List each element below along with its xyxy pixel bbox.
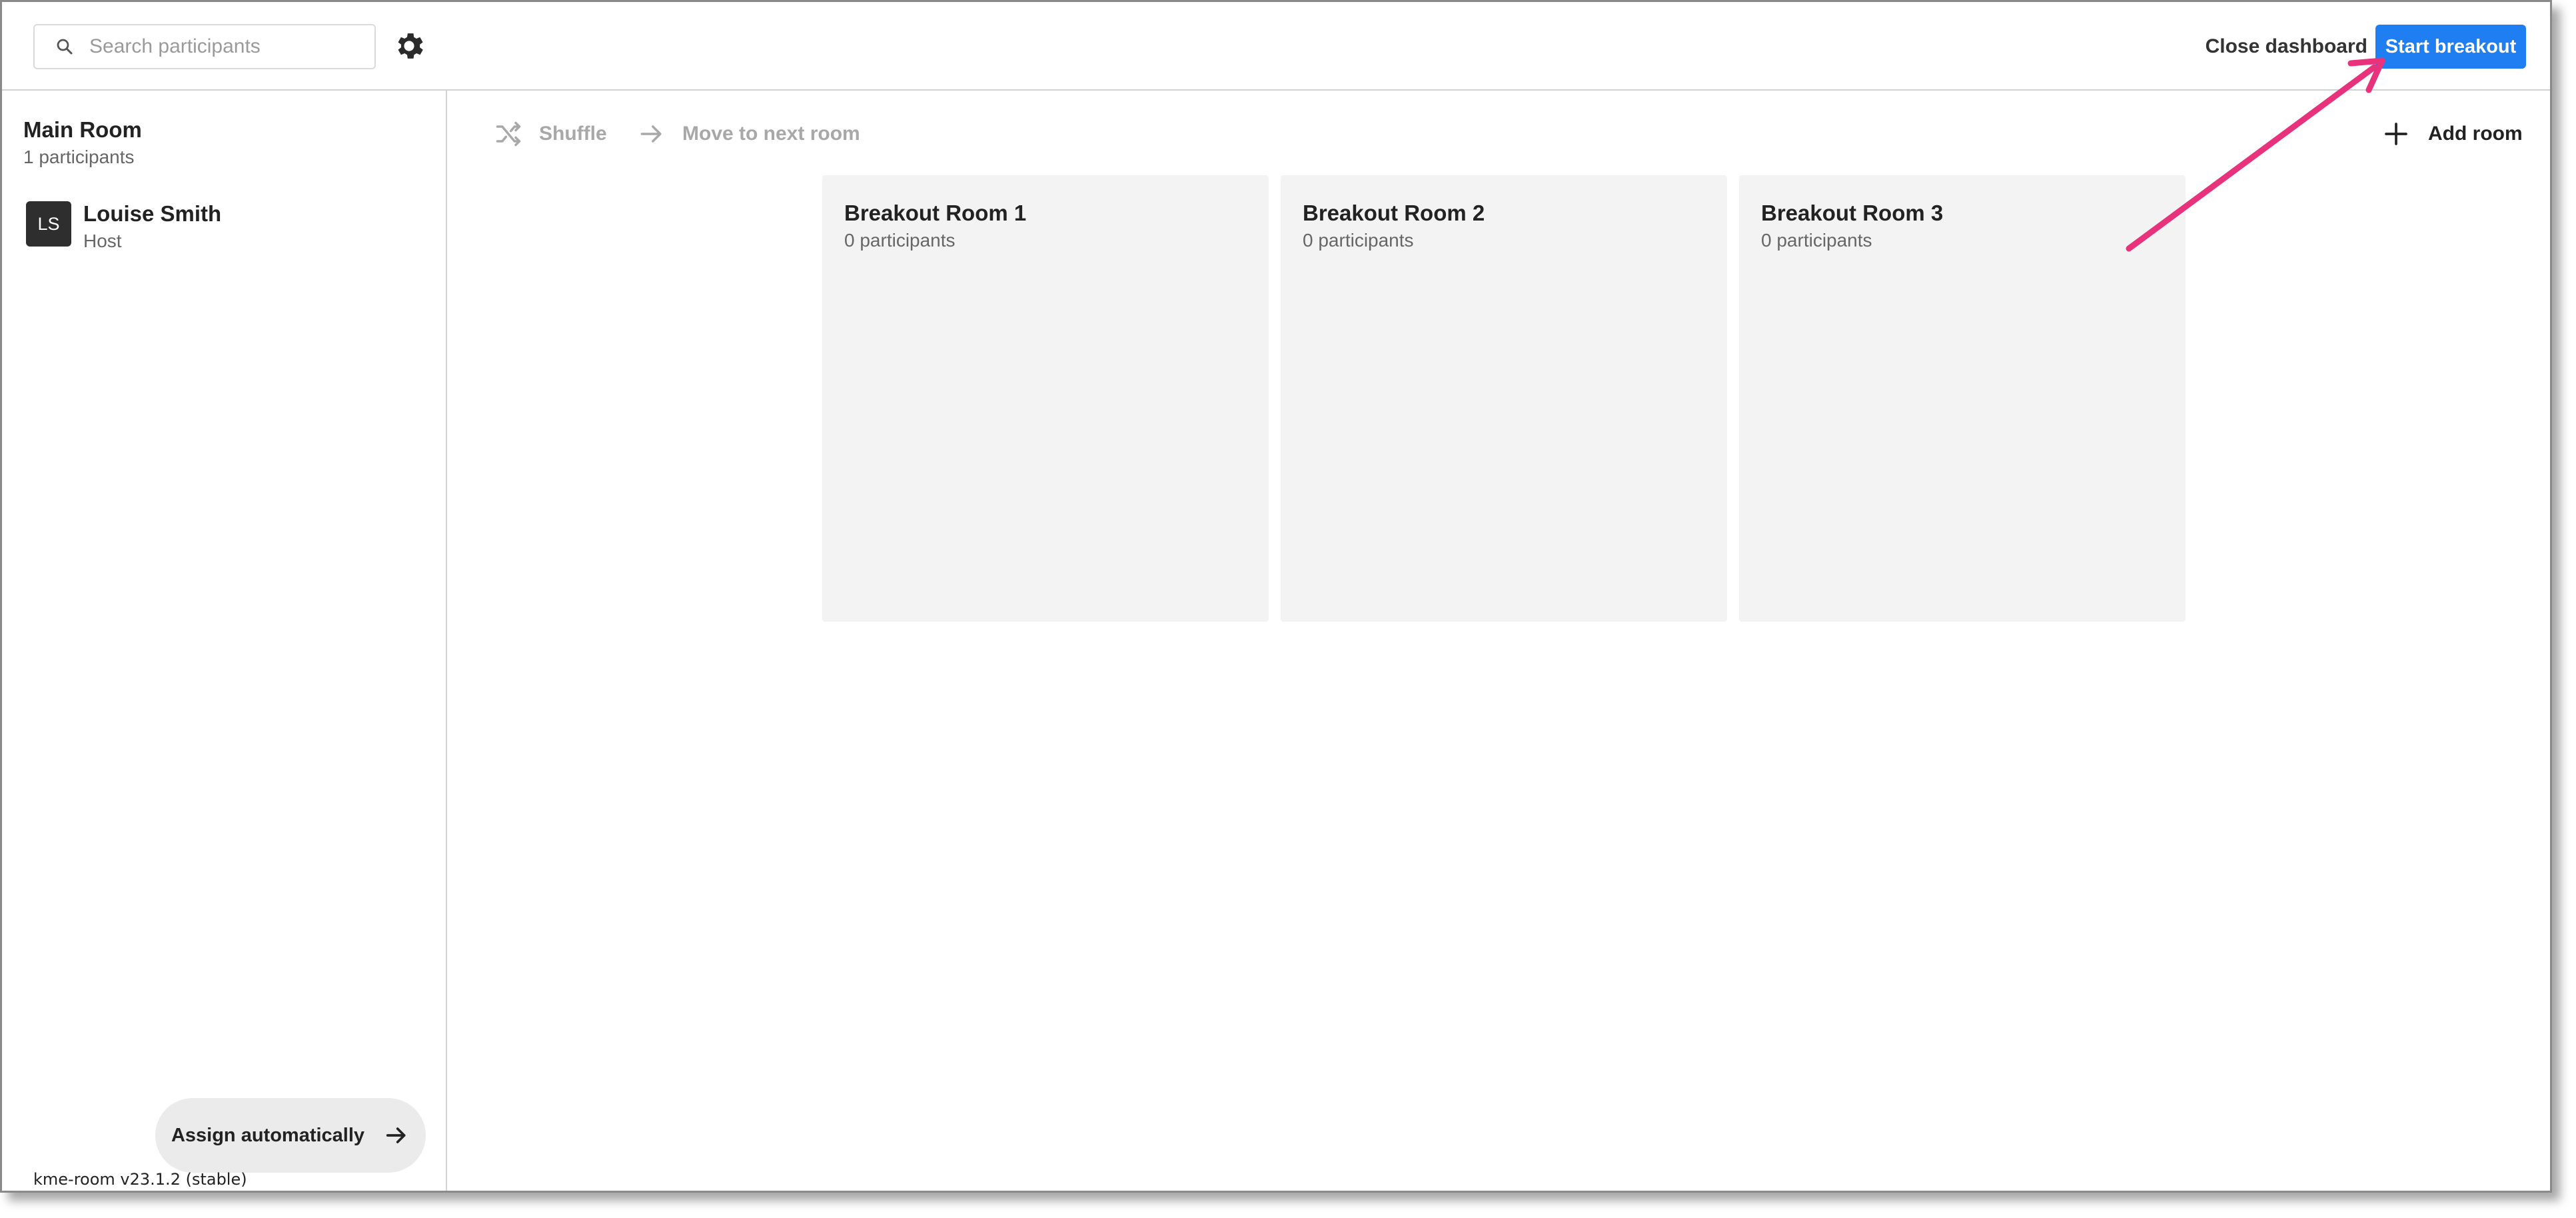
room-participant-count: 0 participants — [1761, 230, 1872, 251]
avatar: LS — [26, 201, 71, 247]
search-box[interactable] — [33, 24, 376, 69]
version-label: kme-room v23.1.2 (stable) — [33, 1170, 247, 1189]
start-breakout-button[interactable]: Start breakout — [2375, 25, 2526, 69]
search-icon — [57, 39, 73, 55]
main-room-count: 1 participants — [23, 147, 135, 167]
move-to-next-room-button[interactable]: Move to next room — [637, 117, 860, 151]
assign-automatically-label: Assign automatically — [171, 1124, 365, 1146]
room-title: Breakout Room 3 — [1761, 201, 1944, 225]
participant-name: Louise Smith — [83, 201, 222, 226]
top-bar: Close dashboard Start breakout — [2, 2, 2550, 91]
gear-icon[interactable] — [392, 29, 426, 63]
move-to-next-room-label: Move to next room — [682, 123, 860, 145]
room-title: Breakout Room 2 — [1303, 201, 1485, 225]
shuffle-label: Shuffle — [539, 123, 607, 145]
main-room-title: Main Room — [23, 117, 142, 142]
breakout-room-card[interactable]: Breakout Room 3 0 participants — [1739, 175, 2186, 622]
breakout-room-card[interactable]: Breakout Room 2 0 participants — [1281, 175, 1727, 622]
assign-automatically-button[interactable]: Assign automatically — [155, 1098, 426, 1173]
participant-role: Host — [83, 231, 122, 251]
breakout-room-card[interactable]: Breakout Room 1 0 participants — [822, 175, 1269, 622]
arrow-right-icon — [386, 1127, 406, 1143]
participant-item[interactable]: LS Louise Smith Host — [26, 201, 426, 251]
participants-sidebar: Main Room 1 participants LS Louise Smith… — [2, 91, 447, 1191]
shuffle-button[interactable]: Shuffle — [494, 117, 607, 151]
room-participant-count: 0 participants — [1303, 230, 1414, 251]
search-input[interactable] — [89, 35, 369, 58]
close-dashboard-button[interactable]: Close dashboard — [2188, 25, 2367, 69]
add-room-button[interactable]: Add room — [2383, 117, 2523, 151]
plus-icon — [2385, 123, 2407, 145]
room-participant-count: 0 participants — [844, 230, 956, 251]
add-room-label: Add room — [2428, 123, 2523, 145]
room-title: Breakout Room 1 — [844, 201, 1027, 225]
rooms-area: Shuffle Move to next room Add room Break… — [447, 91, 2550, 1191]
breakout-dashboard-window: Close dashboard Start breakout Main Room… — [0, 0, 2552, 1193]
arrow-right-icon — [640, 125, 662, 143]
shuffle-icon — [496, 121, 521, 147]
